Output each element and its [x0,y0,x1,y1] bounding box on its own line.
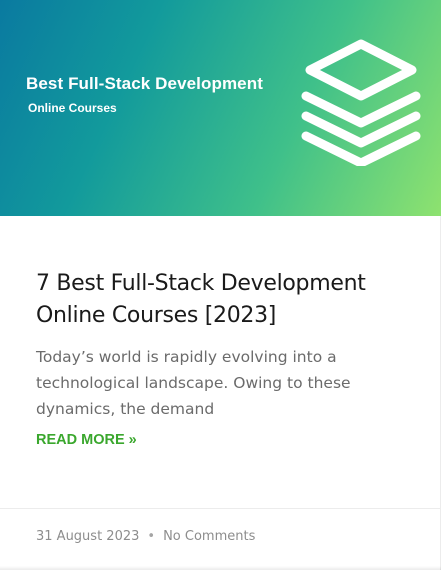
stack-layers-icon [301,39,421,166]
post-title[interactable]: 7 Best Full-Stack Development Online Cou… [36,268,416,332]
post-date: 31 August 2023 [36,529,140,544]
thumbnail-title: Best Full-Stack Development [26,74,263,93]
comments-link[interactable]: No Comments [163,529,255,544]
post-content: 7 Best Full-Stack Development Online Cou… [36,268,416,448]
read-more-link[interactable]: READ MORE » [36,432,137,448]
meta-separator: • [147,529,156,544]
card-bottom-shadow [0,566,441,570]
meta-divider [0,508,441,509]
thumbnail-subtitle: Online Courses [28,101,117,115]
post-meta: 31 August 2023 • No Comments [36,529,255,544]
post-excerpt: Today’s world is rapidly evolving into a… [36,348,351,418]
blog-post-card: Best Full-Stack Development Online Cours… [0,0,441,570]
post-thumbnail[interactable]: Best Full-Stack Development Online Cours… [0,0,441,216]
